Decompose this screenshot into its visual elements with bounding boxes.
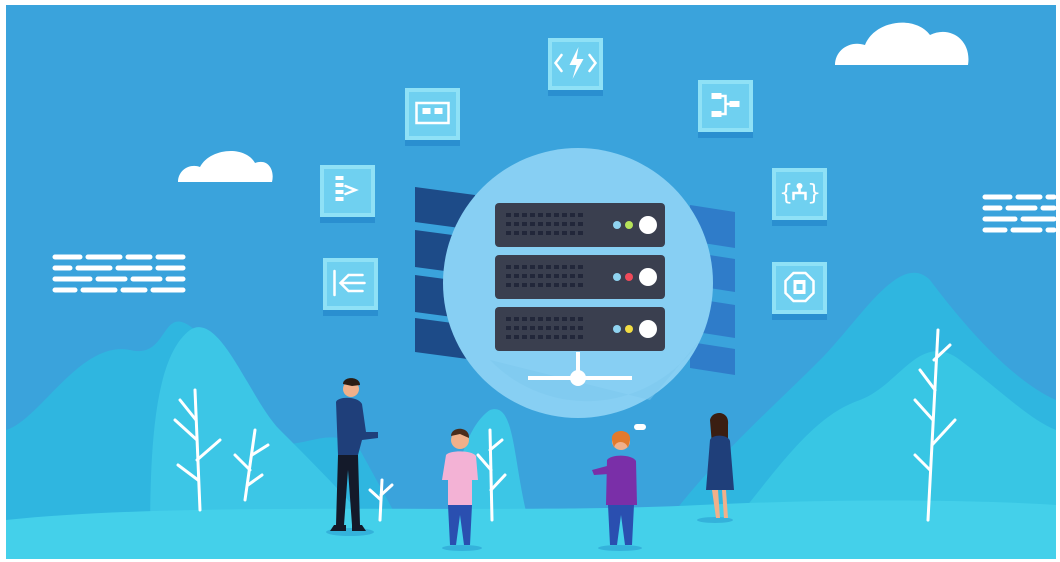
network-node (570, 370, 586, 386)
lightning-code-icon (548, 38, 603, 96)
status-light (613, 325, 621, 333)
server-unit (495, 307, 665, 351)
power-button (639, 320, 657, 338)
json-hierarchy-icon: {} (772, 168, 827, 226)
power-button (639, 268, 657, 286)
stack-list-icon (320, 165, 375, 223)
status-light (625, 273, 633, 281)
illustration-scene: {} (0, 0, 1060, 562)
mail-inbox-icon (405, 88, 460, 146)
merge-arrows-icon (323, 258, 378, 316)
flowchart-icon (698, 80, 753, 138)
svg-text:}: } (808, 181, 821, 206)
status-light (613, 221, 621, 229)
speech-bubble (634, 424, 646, 430)
status-light (613, 273, 621, 281)
status-light (625, 325, 633, 333)
badge-disk-icon (772, 262, 827, 320)
power-button (639, 216, 657, 234)
svg-text:{: { (780, 181, 793, 206)
illustration-svg: {} (0, 0, 1060, 562)
server-unit (495, 255, 665, 299)
status-light (625, 221, 633, 229)
server-rack (495, 203, 665, 351)
server-unit (495, 203, 665, 247)
